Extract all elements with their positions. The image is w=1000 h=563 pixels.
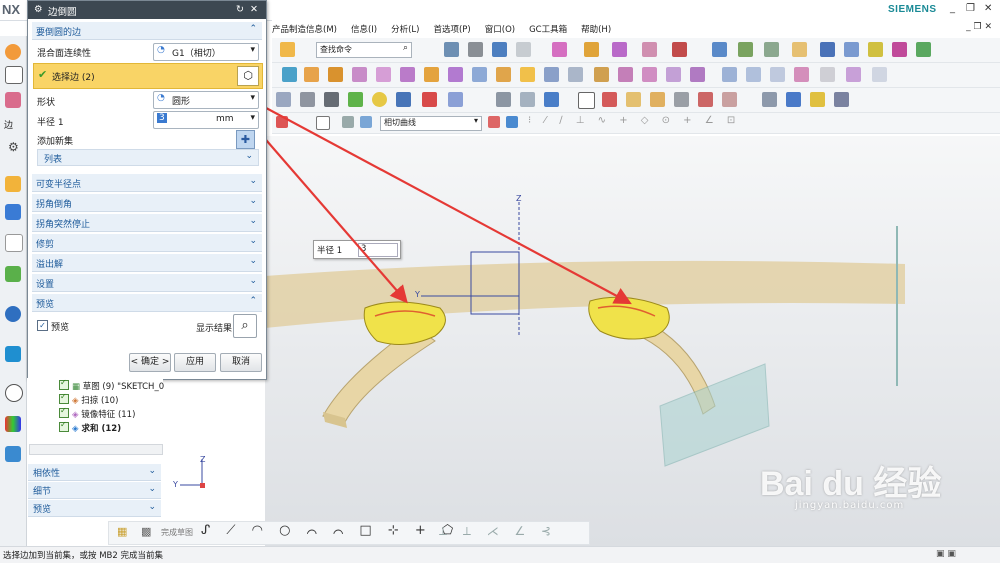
blend-continuity-select[interactable]: ◔ G1（相切） ▾ [153, 43, 259, 61]
chevron-down-icon: ▾ [250, 113, 255, 123]
section-overflow[interactable]: 溢出解 ⌄ [32, 254, 262, 272]
chevron-down-icon: ⌄ [148, 484, 156, 494]
chevron-down-icon: ⌄ [148, 502, 156, 512]
chevron-up-icon: ⌃ [249, 296, 257, 306]
chevron-up-icon: ⌃ [249, 24, 257, 34]
close-icon[interactable]: ✕ [250, 4, 258, 15]
section-settings-title: 设置 [36, 280, 55, 290]
finish-sketch-label[interactable]: 完成草图 [161, 527, 193, 538]
edge-blend-dialog: ⚙ 边倒圆 ↻ ✕ 要倒圆的边 ⌃ 混合面连续性 ◔ G1（相切） ▾ ✔ 选择… [27, 0, 267, 380]
section-corner-setback-title: 拐角倒角 [36, 200, 73, 210]
radius-field[interactable]: 3 mm ▾ [153, 111, 259, 129]
reset-icon[interactable]: ↻ [236, 4, 244, 15]
round-shape-icon: ◔ [157, 93, 165, 103]
chevron-down-icon: ⌄ [249, 196, 257, 206]
sketch-curve-tools[interactable]: ᔑ ⟋ ◠ ○ ⌒ ⌒ □ ⊹ + ⬠ [201, 523, 459, 538]
status-icons: ▣ ▣ [936, 549, 956, 559]
section-preview[interactable]: 预览 ⌃ [32, 294, 262, 312]
visibility-checkbox[interactable] [59, 420, 69, 432]
horizontal-scrollbar[interactable] [29, 444, 163, 455]
section-variable-radius-title: 可变半径点 [36, 180, 82, 190]
section-corner-setback[interactable]: 拐角倒角 ⌄ [32, 194, 262, 212]
chevron-down-icon: ▾ [250, 93, 255, 103]
baidu-watermark: Bai du 经验 [760, 465, 942, 503]
dialog-title-bar[interactable]: ⚙ 边倒圆 ↻ ✕ [28, 1, 266, 19]
chevron-down-icon: ⌄ [249, 276, 257, 286]
mirror-icon: ◈ [72, 410, 79, 420]
section-trim[interactable]: 修剪 ⌄ [32, 234, 262, 252]
section-stop-short-title: 拐角突然停止 [36, 220, 91, 230]
arrow-to-right-edge [213, 79, 632, 305]
tree-row[interactable]: ◈ 求和 (12) [59, 420, 121, 436]
tree-row[interactable]: ▦ 草图 (9) "SKETCH_0 [59, 378, 164, 394]
section-variable-radius[interactable]: 可变半径点 ⌄ [32, 174, 262, 192]
select-edge-row[interactable]: ✔ 选择边 (2) ⬡ [33, 63, 263, 89]
sketch-constraint-tools[interactable]: ⟂ ⟂ ⋌ ∠ ⊰ [439, 524, 557, 539]
preview-checkbox[interactable]: ✓ [37, 320, 48, 331]
dialog-title: 边倒圆 [48, 7, 77, 18]
baidu-watermark-url: jingyan.baidu.com [795, 500, 905, 511]
sketch-toolbar: ▦ ▩ 完成草图 ᔑ ⟋ ◠ ○ ⌒ ⌒ □ ⊹ + ⬠ ⟂ ⟂ ⋌ ∠ ⊰ [108, 521, 590, 545]
finish-sketch-icon[interactable]: ▦ [117, 525, 127, 538]
show-result-label: 显示结果 [196, 324, 233, 334]
chevron-down-icon: ⌄ [249, 256, 257, 266]
radius-unit: mm [216, 114, 234, 124]
shape-label: 形状 [37, 98, 56, 108]
shape-value: 圆形 [172, 97, 191, 107]
section-settings[interactable]: 设置 ⌄ [32, 274, 262, 292]
radius-label: 半径 1 [37, 118, 64, 128]
navigator-section-details[interactable]: 细节 ⌄ [28, 482, 161, 499]
navigator-section-dependencies[interactable]: 相依性 ⌄ [28, 464, 161, 481]
ok-button[interactable]: < 确定 > [129, 353, 171, 372]
blend-continuity-value: G1（相切） [172, 49, 221, 59]
section-stop-short[interactable]: 拐角突然停止 ⌄ [32, 214, 262, 232]
chevron-down-icon: ⌄ [148, 466, 156, 476]
preview-checkbox-label: 预览 [51, 323, 70, 333]
tangent-icon: ◔ [157, 45, 165, 55]
radius-value[interactable]: 3 [157, 113, 167, 123]
chevron-down-icon: ⌄ [245, 151, 253, 161]
list-label: 列表 [44, 155, 63, 165]
status-message: 选择边加到当前集，或按 MB2 完成当前集 [3, 551, 163, 561]
chevron-down-icon: ▾ [250, 45, 255, 55]
chevron-down-icon: ⌄ [249, 176, 257, 186]
check-icon: ✔ [38, 68, 48, 81]
add-new-set-label: 添加新集 [37, 137, 74, 147]
visibility-checkbox[interactable] [59, 406, 69, 418]
status-bar: 选择边加到当前集，或按 MB2 完成当前集 ▣ ▣ [0, 546, 1000, 563]
sketch-icon: ▦ [72, 382, 81, 392]
apply-button[interactable]: 应用 [174, 353, 216, 372]
visibility-checkbox[interactable] [59, 378, 69, 390]
triad-y-label: Y [173, 480, 178, 489]
select-edge-icon[interactable]: ⬡ [237, 66, 259, 86]
section-edges-header[interactable]: 要倒圆的边 ⌃ [32, 22, 262, 40]
select-edge-label: 选择边 (2) [52, 73, 95, 83]
section-trim-title: 修剪 [36, 240, 55, 250]
section-overflow-title: 溢出解 [36, 260, 64, 270]
gear-icon[interactable]: ⚙ [34, 4, 43, 15]
add-new-set-button[interactable]: ✚ [236, 130, 255, 149]
chevron-down-icon: ⌄ [249, 216, 257, 226]
section-edges-title: 要倒圆的边 [36, 28, 82, 38]
chevron-down-icon: ⌄ [249, 236, 257, 246]
tree-row[interactable]: ◈ 镜像特征 (11) [59, 406, 135, 422]
tree-row[interactable]: ◈ 扫掠 (10) [59, 392, 118, 408]
shape-select[interactable]: ◔ 圆形 ▾ [153, 91, 259, 109]
section-preview-title: 预览 [36, 300, 55, 310]
cancel-button[interactable]: 取消 [220, 353, 262, 372]
blend-continuity-label: 混合面连续性 [37, 49, 92, 59]
list-header[interactable]: 列表 ⌄ [37, 149, 259, 166]
sketch-flag-icon[interactable]: ▩ [141, 525, 151, 538]
triad-z-label: Z [200, 455, 206, 464]
sweep-icon: ◈ [72, 396, 79, 406]
navigator-section-preview[interactable]: 预览 ⌄ [28, 500, 161, 517]
visibility-checkbox[interactable] [59, 392, 69, 404]
show-result-button[interactable]: ⌕ [233, 314, 257, 338]
unite-icon: ◈ [72, 424, 79, 434]
